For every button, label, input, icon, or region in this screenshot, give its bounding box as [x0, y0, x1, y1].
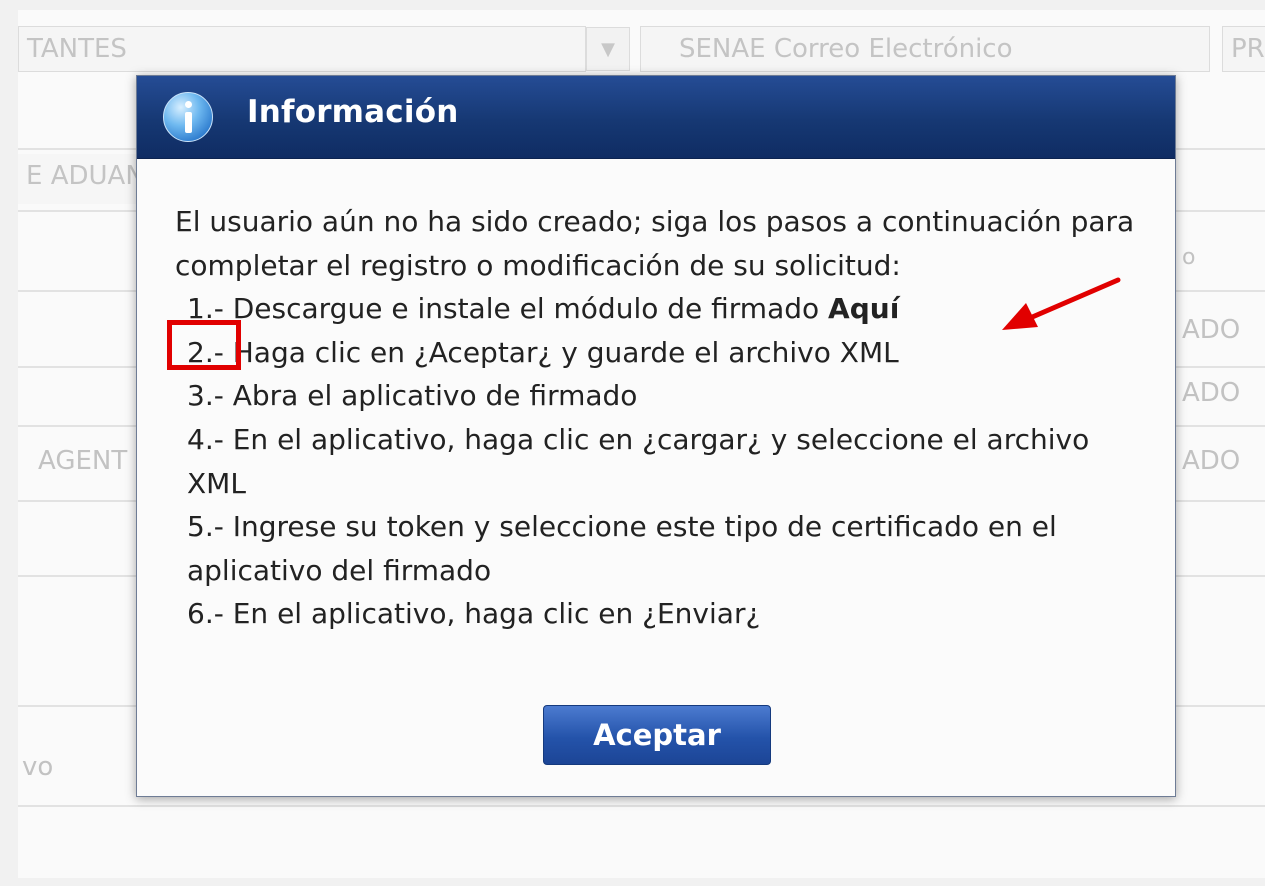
background-row-aduana: E ADUAN	[18, 154, 148, 204]
background-combo[interactable]: TANTES	[18, 26, 586, 72]
background-email-label: SENAE Correo Electrónico	[679, 34, 1013, 64]
background-status: ADO	[1182, 315, 1241, 345]
background-right-label: PR	[1231, 34, 1265, 64]
background-divider	[18, 805, 1265, 807]
step-5: 5.- Ingrese su token y seleccione este t…	[175, 505, 1145, 592]
step-number: 3.-	[187, 379, 224, 413]
info-icon	[163, 92, 213, 142]
background-combo-value: TANTES	[27, 34, 127, 64]
step-6: 6.- En el aplicativo, haga clic en ¿Envi…	[175, 592, 1145, 636]
step-3: 3.- Abra el aplicativo de firmado	[175, 374, 1145, 418]
step-text: Abra el aplicativo de firmado	[223, 379, 638, 413]
step-number: 6.-	[187, 597, 224, 631]
background-email-field[interactable]: SENAE Correo Electrónico	[640, 26, 1210, 72]
background-row-vo: vo	[22, 752, 54, 782]
chevron-down-icon[interactable]: ▼	[586, 27, 630, 71]
background-row-aduana-label: E ADUAN	[26, 161, 145, 191]
step-text: Descargue e instale el módulo de firmado	[223, 292, 829, 326]
step-text: En el aplicativo, haga clic en ¿cargar¿ …	[187, 422, 1090, 500]
background-status: ADO	[1182, 446, 1241, 476]
annotation-arrow-icon	[1002, 277, 1121, 330]
step-text: En el aplicativo, haga clic en ¿Enviar¿	[223, 597, 761, 631]
info-dialog: Información El usuario aún no ha sido cr…	[136, 75, 1176, 797]
dialog-message: El usuario aún no ha sido creado; siga l…	[175, 200, 1145, 636]
step-number: 5.-	[187, 510, 224, 544]
background-col-header: o	[1182, 245, 1196, 270]
step-4: 4.- En el aplicativo, haga clic en ¿carg…	[175, 418, 1145, 505]
background-row-agent: AGENT	[38, 446, 128, 476]
dialog-header: Información	[137, 76, 1175, 159]
annotation-highlight-box	[167, 320, 241, 370]
accept-button[interactable]: Aceptar	[543, 705, 771, 765]
dialog-title: Información	[247, 94, 459, 130]
download-link[interactable]: Aquí	[828, 292, 899, 325]
background-status: ADO	[1182, 378, 1241, 408]
step-text: Haga clic en ¿Aceptar¿ y guarde el archi…	[223, 335, 899, 369]
step-number: 4.-	[187, 422, 224, 456]
background-right-field[interactable]: PR	[1222, 26, 1265, 72]
step-text: Ingrese su token y seleccione este tipo …	[187, 510, 1057, 587]
